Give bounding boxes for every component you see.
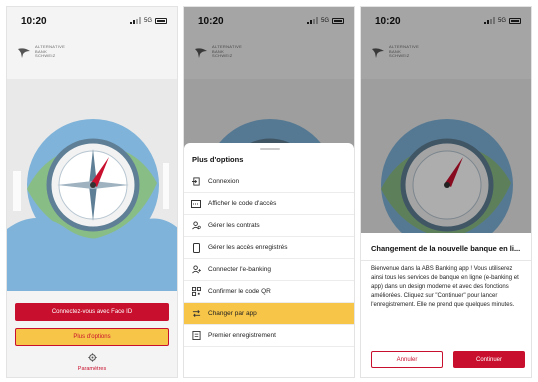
gear-icon — [87, 353, 97, 362]
compass-globe-image — [7, 79, 177, 297]
dialog-body: Bienvenue dans la ABS Banking app ! Vous… — [371, 266, 519, 308]
phone-screen-options: 10:20 5G ALTERNATIVE BANK SCHWEIZ Plus d… — [183, 6, 355, 378]
compass-illustration — [7, 79, 177, 297]
menu-item-label: Gérer les accès enregistrés — [208, 244, 288, 251]
link-user-icon — [184, 265, 208, 274]
contracts-icon — [184, 221, 208, 230]
battery-icon — [155, 17, 167, 24]
more-options-button[interactable]: Plus d'options — [15, 328, 169, 346]
register-icon — [184, 331, 208, 340]
options-bottom-sheet: Plus d'options Connexion Afficher le cod… — [184, 143, 354, 377]
menu-item-label: Afficher le code d'accès — [208, 200, 277, 207]
menu-item-saved-access[interactable]: Gérer les accès enregistrés — [184, 237, 354, 259]
menu-item-first-registration[interactable]: Premier enregistrement — [184, 325, 354, 347]
settings-label: Paramètres — [77, 366, 107, 372]
menu-item-show-code[interactable]: Afficher le code d'accès — [184, 193, 354, 215]
phone-screen-login: 10:20 5G ALTERNATIVE BANK SCHWEIZ Connec… — [6, 6, 178, 378]
menu-item-label: Confirmer le code QR — [208, 288, 271, 295]
login-actions: Connectez-vous avec Face ID Plus d'optio… — [7, 291, 177, 377]
continue-button[interactable]: Continuer — [453, 351, 525, 368]
menu-item-label: Changer par app — [208, 310, 257, 317]
network-label: 5G — [143, 17, 152, 24]
sheet-title: Plus d'options — [192, 155, 244, 164]
menu-item-label: Gérer les contrats — [208, 222, 260, 229]
code-icon — [184, 199, 208, 208]
dialog-title: Changement de la nouvelle banque en li..… — [371, 244, 521, 253]
menu-item-login[interactable]: Connexion — [184, 171, 354, 193]
bank-logo: ALTERNATIVE BANK SCHWEIZ — [17, 45, 65, 59]
sheet-drag-handle[interactable] — [260, 148, 280, 150]
status-time: 10:20 — [21, 16, 47, 27]
login-icon — [184, 177, 208, 186]
migration-dialog: Changement de la nouvelle banque en li..… — [361, 233, 531, 377]
face-id-button[interactable]: Connectez-vous avec Face ID — [15, 303, 169, 321]
menu-item-switch-app[interactable]: Changer par app — [184, 303, 354, 325]
menu-item-label: Premier enregistrement — [208, 332, 276, 339]
bank-logo-text: ALTERNATIVE BANK SCHWEIZ — [35, 44, 66, 59]
screenshot-stage: 10:20 5G ALTERNATIVE BANK SCHWEIZ Connec… — [0, 0, 538, 382]
menu-item-contracts[interactable]: Gérer les contrats — [184, 215, 354, 237]
dialog-divider — [361, 260, 531, 261]
phone-icon — [184, 242, 208, 253]
settings-button[interactable]: Paramètres — [7, 353, 177, 372]
menu-item-label: Connexion — [208, 178, 240, 185]
status-bar: 10:20 5G — [7, 7, 177, 33]
qr-icon — [184, 287, 208, 296]
menu-item-connect-ebanking[interactable]: Connecter l'e-banking — [184, 259, 354, 281]
phone-screen-dialog: 10:20 5G ALTERNATIVE BANK SCHWEIZ Change… — [360, 6, 532, 378]
signal-icon — [129, 17, 141, 24]
menu-item-confirm-qr[interactable]: Confirmer le code QR — [184, 281, 354, 303]
status-indicators: 5G — [129, 17, 167, 24]
menu-item-label: Connecter l'e-banking — [208, 266, 272, 273]
bird-logo-icon — [18, 48, 30, 58]
cancel-button[interactable]: Annuler — [371, 351, 443, 368]
swap-icon — [184, 309, 208, 318]
